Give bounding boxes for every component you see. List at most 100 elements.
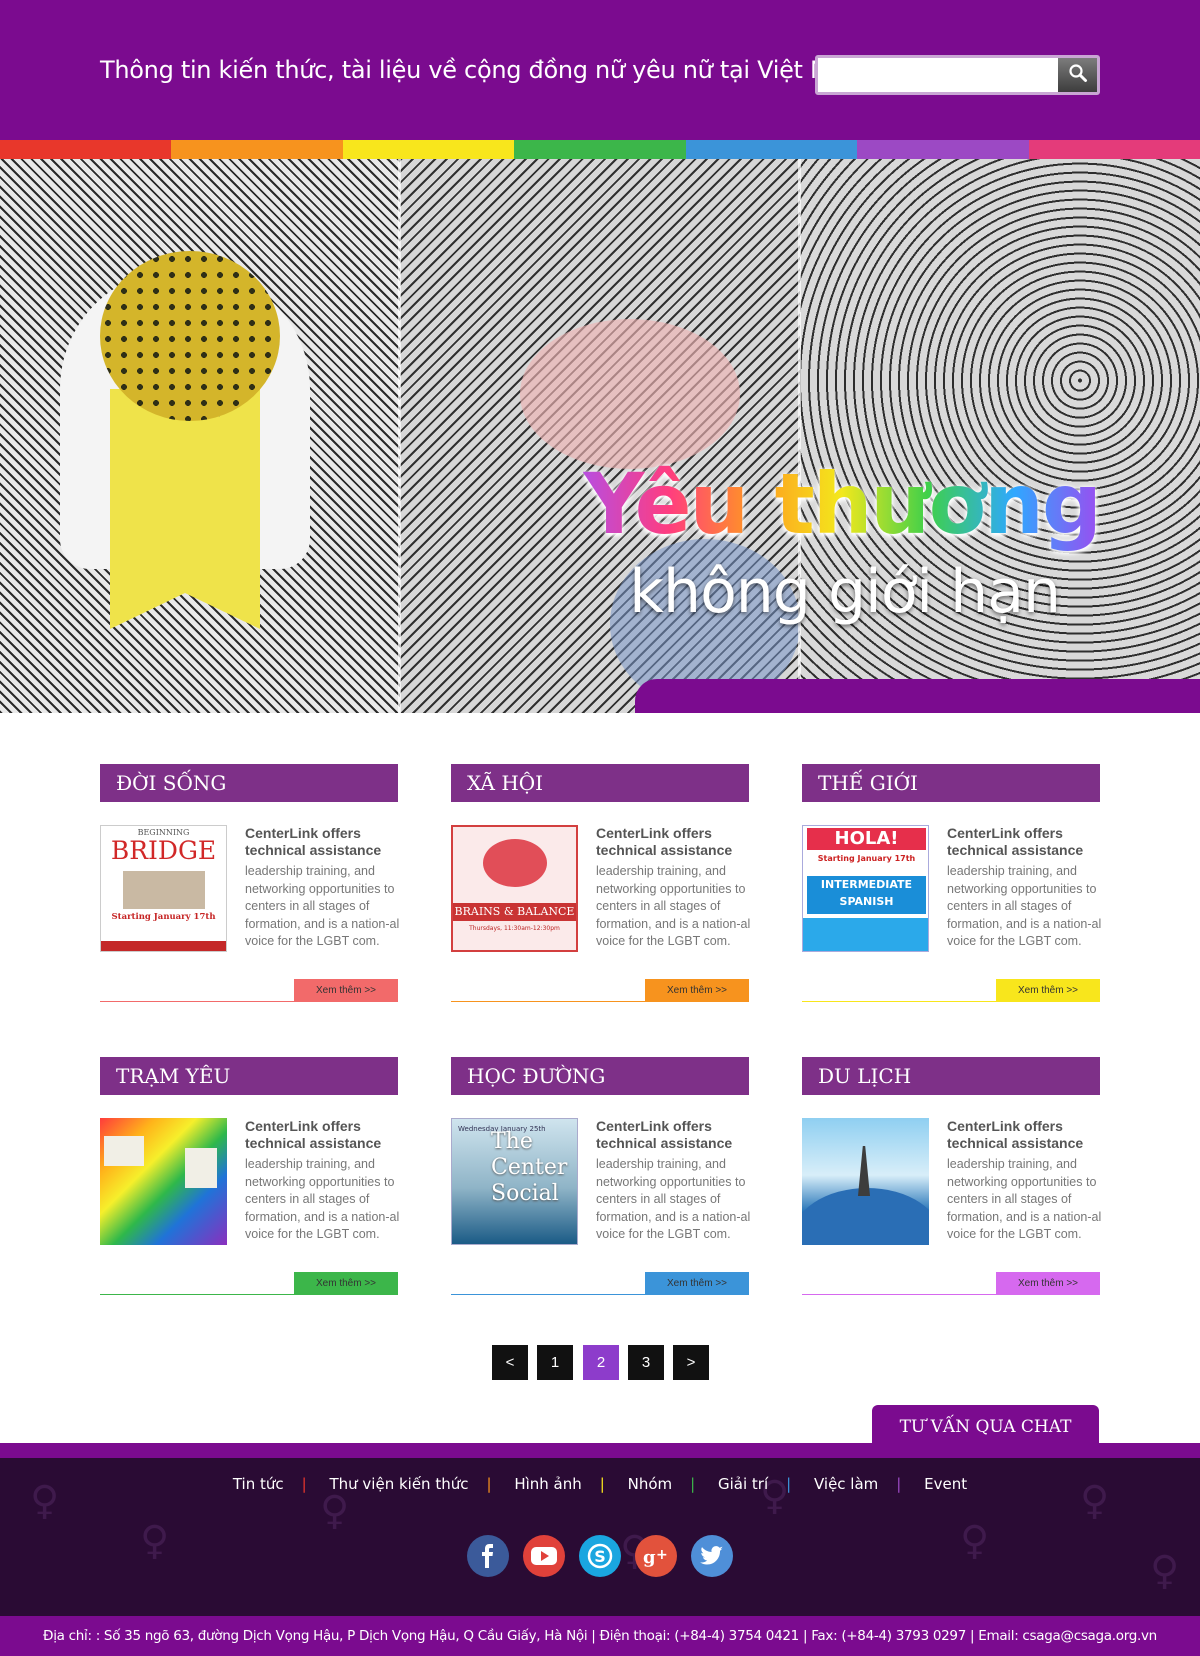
card-description: leadership training, and networking oppo… — [596, 1157, 751, 1241]
card-image-center-social[interactable]: Wednesday January 25th The Center Social — [451, 1118, 578, 1245]
hero-pink-wash — [520, 319, 740, 469]
footer-link-thu-vien[interactable]: Thư viện kiến thức — [321, 1475, 476, 1493]
img-text: HOLA! — [807, 828, 926, 850]
read-more-button[interactable]: Xem thêm >> — [294, 979, 398, 1002]
svg-text:S: S — [594, 1547, 606, 1566]
search-input[interactable] — [818, 58, 1061, 92]
footer-nav: Tin tức | Thư viện kiến thức | Hình ảnh | N… — [0, 1475, 1200, 1493]
female-symbol-icon: ♀ — [320, 1488, 350, 1534]
read-more-button[interactable]: Xem thêm >> — [294, 1272, 398, 1295]
img-text: INTERMEDIATE — [820, 878, 913, 891]
card-image-hola[interactable]: HOLA! Starting January 17th INTERMEDIATE… — [802, 825, 929, 952]
youtube-icon[interactable] — [523, 1535, 565, 1577]
nav-separator: | — [486, 1475, 492, 1493]
img-text: BRIDGE — [110, 836, 217, 865]
card-description: leadership training, and networking oppo… — [947, 1157, 1102, 1241]
hero-flower-stem — [110, 389, 260, 629]
hero-bottom-tab — [635, 679, 1200, 713]
img-text: BRAINS & BALANCE — [453, 903, 576, 921]
female-symbol-icon: ♀ — [960, 1518, 990, 1564]
card-image-bridge[interactable]: BEGINNING BRIDGE Starting January 17th — [100, 825, 227, 952]
category-card-tram-yeu: TRẠM YÊU CenterLink offers technical ass… — [100, 1057, 400, 1297]
footer-link-tin-tuc[interactable]: Tin tức — [225, 1475, 292, 1493]
hero-art-panel-right — [800, 159, 1200, 713]
stripe-segment — [1028, 140, 1200, 159]
card-title[interactable]: CenterLink offers technical assistance — [245, 1118, 405, 1152]
category-card-doi-song: ĐỜI SỐNG BEGINNING BRIDGE Starting Janua… — [100, 764, 400, 1004]
stripe-segment — [685, 140, 858, 159]
read-more-button[interactable]: Xem thêm >> — [996, 979, 1100, 1002]
hero-flower-head — [100, 251, 280, 421]
img-text: The Center Social — [491, 1129, 568, 1206]
female-symbol-icon: ♀ — [1150, 1548, 1180, 1594]
card-heading[interactable]: HỌC ĐƯỜNG — [451, 1057, 749, 1095]
nav-separator: | — [786, 1475, 792, 1493]
card-image-pride[interactable] — [100, 1118, 227, 1245]
card-heading[interactable]: DU LỊCH — [802, 1057, 1100, 1095]
img-footer — [803, 918, 928, 951]
footer-link-hinh-anh[interactable]: Hình ảnh — [506, 1475, 589, 1493]
card-title[interactable]: CenterLink offers technical assistance — [245, 825, 405, 859]
nav-separator: | — [896, 1475, 902, 1493]
pagination-next[interactable]: > — [673, 1345, 709, 1380]
read-more-button[interactable]: Xem thêm >> — [645, 1272, 749, 1295]
stripe-segment — [0, 140, 172, 159]
card-title[interactable]: CenterLink offers technical assistance — [596, 1118, 756, 1152]
card-image-travel[interactable] — [802, 1118, 929, 1245]
category-card-hoc-duong: HỌC ĐƯỜNG Wednesday January 25th The Cen… — [451, 1057, 751, 1297]
img-text-block: INTERMEDIATE SPANISH — [807, 876, 926, 914]
footer-link-event[interactable]: Event — [916, 1475, 975, 1493]
hero-title: Yêu thương — [583, 455, 1102, 553]
footer-link-viec-lam[interactable]: Việc làm — [806, 1475, 886, 1493]
img-sign — [185, 1148, 217, 1188]
hero-subtitle: không giới hạn — [629, 557, 1061, 627]
search-icon — [1068, 63, 1088, 87]
card-title[interactable]: CenterLink offers technical assistance — [947, 1118, 1107, 1152]
card-heading[interactable]: TRẠM YÊU — [100, 1057, 398, 1095]
footer-top-bar — [0, 1443, 1200, 1458]
card-image-brains[interactable]: BRAINS & BALANCE Thursdays, 11:30am-12:3… — [451, 825, 578, 952]
card-title[interactable]: CenterLink offers technical assistance — [596, 825, 756, 859]
svg-text:+: + — [656, 1547, 668, 1563]
pagination-page-2[interactable]: 2 — [583, 1345, 619, 1380]
search-button[interactable] — [1058, 58, 1097, 92]
stripe-segment — [171, 140, 343, 159]
card-title[interactable]: CenterLink offers technical assistance — [947, 825, 1107, 859]
img-text: Thursdays, 11:30am-12:30pm — [469, 925, 560, 932]
facebook-icon[interactable] — [467, 1535, 509, 1577]
nav-separator: | — [690, 1475, 696, 1493]
svg-text:g: g — [643, 1547, 656, 1567]
footer-link-giai-tri[interactable]: Giải trí — [710, 1475, 776, 1493]
chat-consult-tab[interactable]: TƯ VẤN QUA CHAT — [872, 1405, 1099, 1443]
card-heading[interactable]: THẾ GIỚI — [802, 764, 1100, 802]
img-bar — [101, 941, 226, 951]
site-header: Thông tin kiến thức, tài liệu về cộng đồ… — [0, 0, 1200, 140]
stripe-segment — [342, 140, 515, 159]
card-description: leadership training, and networking oppo… — [947, 864, 1102, 948]
hero-banner: Yêu thương không giới hạn — [0, 159, 1200, 713]
pagination-prev[interactable]: < — [492, 1345, 528, 1380]
hero-divider — [798, 159, 801, 713]
rainbow-stripe — [0, 140, 1200, 159]
card-heading[interactable]: ĐỜI SỐNG — [100, 764, 398, 802]
card-description: leadership training, and networking oppo… — [596, 864, 751, 948]
google-plus-icon[interactable]: g + — [635, 1535, 677, 1577]
hero-divider — [398, 159, 401, 713]
twitter-icon[interactable] — [691, 1535, 733, 1577]
stripe-segment — [514, 140, 686, 159]
img-playing-cards — [123, 871, 205, 909]
card-description: leadership training, and networking oppo… — [245, 864, 400, 948]
read-more-button[interactable]: Xem thêm >> — [996, 1272, 1100, 1295]
female-symbol-icon: ♀ — [140, 1518, 170, 1564]
pagination-page-1[interactable]: 1 — [537, 1345, 573, 1380]
read-more-button[interactable]: Xem thêm >> — [645, 979, 749, 1002]
footer-link-nhom[interactable]: Nhóm — [620, 1475, 681, 1493]
pagination-page-3[interactable]: 3 — [628, 1345, 664, 1380]
card-heading[interactable]: XÃ HỘI — [451, 764, 749, 802]
category-card-xa-hoi: XÃ HỘI BRAINS & BALANCE Thursdays, 11:30… — [451, 764, 751, 1004]
stripe-segment — [857, 140, 1029, 159]
img-globe — [802, 1188, 929, 1245]
category-card-du-lich: DU LỊCH CenterLink offers technical assi… — [802, 1057, 1102, 1297]
img-brain — [483, 839, 547, 887]
skype-icon[interactable]: S — [579, 1535, 621, 1577]
